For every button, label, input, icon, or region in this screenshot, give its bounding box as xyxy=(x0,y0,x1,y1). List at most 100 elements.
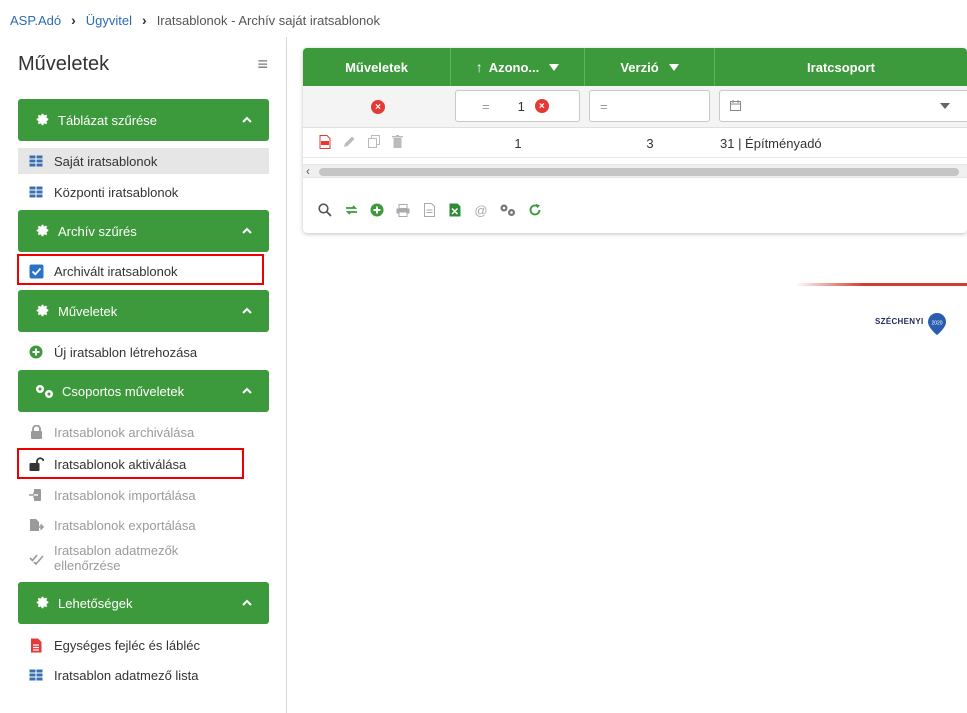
copy-icon[interactable] xyxy=(368,135,380,151)
verzio-filter-input[interactable]: = xyxy=(589,90,710,122)
plus-circle-icon xyxy=(28,344,44,360)
scroll-left-icon[interactable]: ‹ xyxy=(306,164,310,178)
chevron-up-icon xyxy=(241,114,253,126)
chevron-up-icon xyxy=(241,225,253,237)
dropdown-arrow-icon xyxy=(940,103,950,109)
checkbox-checked-icon[interactable] xyxy=(28,263,44,279)
breadcrumb-link-ugyvitel[interactable]: Ügyvitel xyxy=(86,13,132,28)
sidebar-item-iratsablonok-aktivalasa[interactable]: Iratsablonok aktiválása xyxy=(18,451,269,477)
filter-icon[interactable] xyxy=(549,63,560,71)
sidebar-item-adatmezo-lista[interactable]: Iratsablon adatmező lista xyxy=(18,662,269,688)
column-header-label: Verzió xyxy=(620,59,659,75)
edit-icon[interactable] xyxy=(343,135,356,151)
szechenyi-logo-icon: 2020 xyxy=(928,313,946,335)
group-label: Táblázat szűrése xyxy=(58,112,157,128)
grid-toolbar: @ xyxy=(317,200,553,220)
table-icon xyxy=(28,667,44,683)
export-icon xyxy=(28,517,44,533)
row-actions xyxy=(303,128,451,158)
print-icon[interactable] xyxy=(395,202,411,218)
sidebar-title: Műveletek xyxy=(18,52,110,75)
column-header-azonosito[interactable]: ↑ Azono... xyxy=(451,48,585,86)
gear-icon xyxy=(34,594,52,612)
sidebar-item-label: Iratsablon adatmezők ellenőrzése xyxy=(54,543,179,573)
breadcrumb-link-aspado[interactable]: ASP.Adó xyxy=(10,13,61,28)
refresh-filter-icon[interactable] xyxy=(343,202,359,218)
group-header-csoportos-muveletek[interactable]: Csoportos műveletek xyxy=(18,370,269,412)
sidebar-item-iratsablonok-exportalasa[interactable]: Iratsablonok exportálása xyxy=(18,512,269,538)
column-header-iratcsoport[interactable]: Iratcsoport xyxy=(715,48,967,86)
clear-filter-icon[interactable]: × xyxy=(534,99,549,113)
search-icon[interactable] xyxy=(317,202,333,218)
unlock-icon xyxy=(28,456,44,472)
azonosito-filter-input[interactable]: = 1 × xyxy=(455,90,580,122)
filter-icon[interactable] xyxy=(668,63,679,71)
table-icon xyxy=(28,184,44,200)
sidebar-item-label: Központi iratsablonok xyxy=(54,184,179,200)
group-label: Csoportos műveletek xyxy=(62,383,185,399)
sidebar-item-iratsablonok-archivalasa[interactable]: Iratsablonok archiválása xyxy=(18,419,269,445)
chevron-up-icon xyxy=(241,385,253,397)
chevron-up-icon xyxy=(241,305,253,317)
column-header-verzio[interactable]: Verzió xyxy=(585,48,715,86)
gears-icon xyxy=(34,382,56,400)
sidebar-item-label: Saját iratsablonok xyxy=(54,153,158,169)
chevron-up-icon xyxy=(241,597,253,609)
sidebar-item-label: Archivált iratsablonok xyxy=(54,263,178,279)
add-icon[interactable] xyxy=(369,202,385,218)
szechenyi-logo-text: SZÉCHENYI xyxy=(875,317,924,326)
table-icon xyxy=(28,153,44,169)
sidebar: Műveletek ≡ Táblázat szűrése Saját irats… xyxy=(0,37,287,713)
excel-icon[interactable] xyxy=(447,202,463,218)
sidebar-item-archivalt-iratsablonok[interactable]: Archivált iratsablonok xyxy=(18,258,269,284)
sidebar-item-uj-iratsablon[interactable]: Új iratsablon létrehozása xyxy=(18,339,269,365)
filter-operator: = xyxy=(482,98,490,114)
sidebar-item-sajat-iratsablonok[interactable]: Saját iratsablonok xyxy=(18,148,269,174)
filter-row: × = 1 × = xyxy=(303,86,967,128)
check-double-icon xyxy=(28,550,44,566)
breadcrumb-current: Iratsablonok - Archív saját iratsablonok xyxy=(156,12,380,28)
cell-azonosito: 1 xyxy=(514,135,522,151)
grid-panel: Műveletek ↑ Azono... Verzió Iratcsoport … xyxy=(303,48,967,233)
breadcrumb: ASP.Adó › Ügyvitel › Iratsablonok - Arch… xyxy=(10,10,380,30)
sidebar-item-label: Iratsablonok aktiválása xyxy=(54,456,187,472)
calendar-icon xyxy=(730,99,741,114)
group-header-muveletek[interactable]: Műveletek xyxy=(18,290,269,332)
sidebar-item-egyseges-fejlec[interactable]: Egységes fejléc és lábléc xyxy=(18,632,269,658)
gears-icon[interactable] xyxy=(499,202,517,218)
iratcsoport-filter-select[interactable] xyxy=(719,90,967,122)
sidebar-item-iratsablonok-importalasa[interactable]: Iratsablonok importálása xyxy=(18,482,269,508)
email-icon[interactable]: @ xyxy=(473,202,489,218)
cell-verzio: 3 xyxy=(646,135,654,151)
group-header-tablazat-szurese[interactable]: Táblázat szűrése xyxy=(18,99,269,141)
table-row[interactable]: 1 3 31 | Építményadó xyxy=(303,128,967,158)
pdf-icon[interactable] xyxy=(319,134,331,152)
sidebar-item-kozponti-iratsablonok[interactable]: Központi iratsablonok xyxy=(18,179,269,205)
chevron-right-icon: › xyxy=(142,12,147,28)
trash-icon[interactable] xyxy=(392,135,403,151)
column-header-muveletek[interactable]: Műveletek xyxy=(303,48,451,86)
group-header-archiv-szures[interactable]: Archív szűrés xyxy=(18,210,269,252)
sidebar-item-label: Új iratsablon létrehozása xyxy=(54,344,198,360)
scrollbar-thumb[interactable] xyxy=(319,168,959,176)
lock-icon xyxy=(28,424,44,440)
reload-icon[interactable] xyxy=(527,202,543,218)
filter-value: 1 xyxy=(517,98,525,114)
gear-icon xyxy=(34,222,52,240)
column-header-label: Műveletek xyxy=(345,59,408,75)
clear-all-filters-icon[interactable]: × xyxy=(371,100,385,114)
document-icon[interactable] xyxy=(421,202,437,218)
group-label: Műveletek xyxy=(58,303,118,319)
gear-icon xyxy=(34,111,52,129)
horizontal-scrollbar[interactable]: ‹ xyxy=(303,164,967,178)
column-header-label: Azono... xyxy=(488,59,540,75)
gear-icon xyxy=(34,302,52,320)
menu-icon[interactable]: ≡ xyxy=(257,54,268,75)
chevron-right-icon: › xyxy=(71,12,76,28)
sidebar-item-label: Iratsablonok archiválása xyxy=(54,424,195,440)
sidebar-item-adatmezok-ellenorzese[interactable]: Iratsablon adatmezők ellenőrzése xyxy=(18,540,269,576)
sidebar-item-label: Egységes fejléc és lábléc xyxy=(54,637,200,653)
sidebar-item-label: Iratsablonok exportálása xyxy=(54,517,196,533)
group-header-lehetosegek[interactable]: Lehetőségek xyxy=(18,582,269,624)
sort-asc-icon: ↑ xyxy=(475,59,483,75)
